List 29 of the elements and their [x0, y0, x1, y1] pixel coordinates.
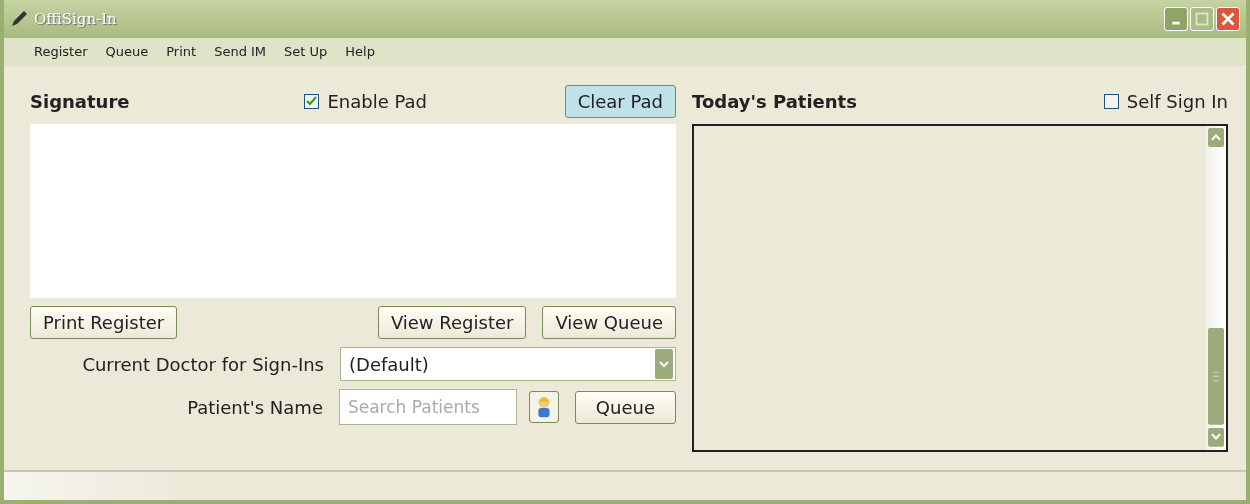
menu-item[interactable]: Register	[34, 42, 88, 62]
print-register-button[interactable]: Print Register	[30, 306, 178, 339]
section-title: Today's Patients	[692, 89, 858, 114]
close-button[interactable]	[1216, 7, 1240, 31]
menu-item[interactable]: Send IM	[214, 42, 267, 62]
section-title: Signature	[30, 89, 130, 114]
search-field[interactable]: Search Patients	[338, 389, 517, 425]
checkbox[interactable]	[304, 93, 320, 109]
view-register-button[interactable]: View Register	[377, 306, 527, 339]
person-icon-button[interactable]	[528, 391, 559, 423]
menu-item[interactable]: Print	[166, 42, 197, 62]
menu-item[interactable]: Help	[345, 42, 375, 62]
vertical-scrollbar[interactable]	[1206, 126, 1226, 450]
menu-item[interactable]: Queue	[105, 42, 149, 62]
checkbox-label[interactable]: Enable Pad	[327, 87, 428, 115]
pen-icon	[10, 10, 28, 28]
field-label: Current Doctor for Sign-Ins	[81, 352, 324, 377]
checkbox[interactable]	[1103, 93, 1119, 109]
minimize-button[interactable]	[1164, 7, 1188, 31]
window-title: OffiSign-In	[34, 8, 117, 30]
field-label: Patient's Name	[186, 395, 323, 420]
patient-list[interactable]	[692, 124, 1228, 452]
checkbox-label[interactable]: Self Sign In	[1126, 87, 1228, 115]
view-queue-button[interactable]: View Queue	[542, 306, 676, 339]
menu-item[interactable]: Set Up	[284, 42, 328, 62]
doctor-dropdown[interactable]: (Default)	[340, 347, 676, 381]
maximize-button[interactable]	[1190, 7, 1214, 31]
clear-pad-button[interactable]: Clear Pad	[564, 84, 676, 118]
queue-button[interactable]: Queue	[574, 390, 676, 424]
